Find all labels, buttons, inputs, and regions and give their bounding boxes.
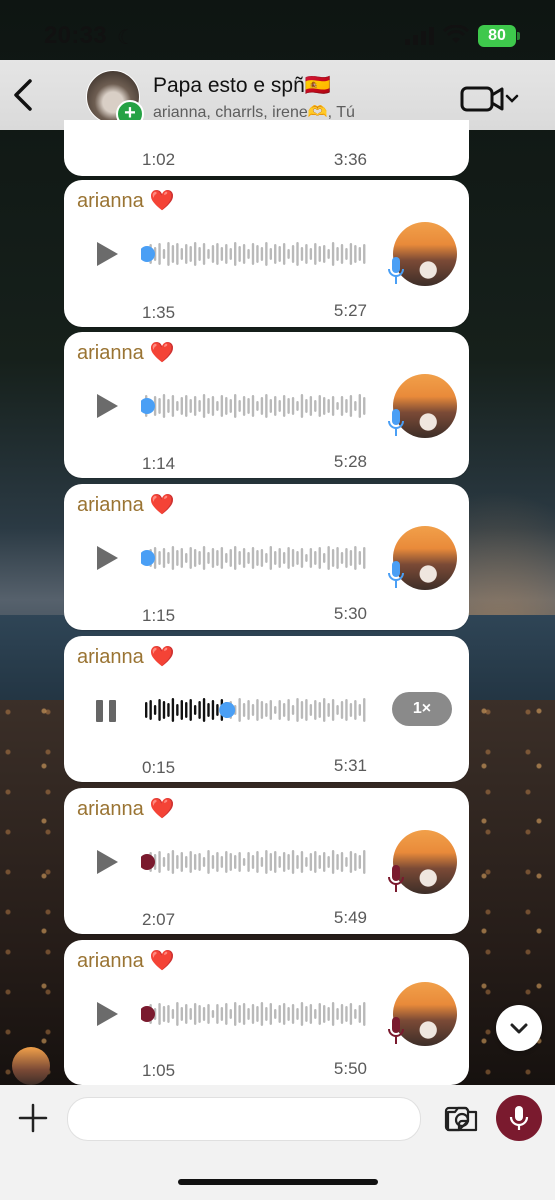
play-icon[interactable] xyxy=(94,848,120,876)
voice-elapsed: 2:07 xyxy=(142,910,176,929)
camera-icon[interactable] xyxy=(445,1105,479,1133)
microphone-icon xyxy=(388,561,404,588)
play-icon[interactable] xyxy=(94,392,120,420)
sender-avatar[interactable] xyxy=(12,1047,50,1085)
scrubber-handle xyxy=(141,854,155,870)
play-icon[interactable] xyxy=(94,1000,120,1028)
heart-emoji: ❤️ xyxy=(149,646,175,668)
microphone-icon xyxy=(388,865,404,892)
pause-icon[interactable] xyxy=(96,700,118,722)
sender-name: arianna ❤️ xyxy=(77,492,175,517)
back-chevron-icon[interactable] xyxy=(10,78,36,112)
voice-elapsed: 1:35 xyxy=(142,303,176,322)
chat-title[interactable]: Papa esto e spñ🇪🇸 xyxy=(153,74,331,98)
voice-elapsed: 1:05 xyxy=(142,1061,176,1080)
scrubber-handle xyxy=(141,246,155,262)
chevron-down-icon xyxy=(510,1023,528,1034)
sender-name: arianna ❤️ xyxy=(77,340,175,365)
voice-duration: 5:30 xyxy=(333,604,367,623)
voice-elapsed: 0:15 xyxy=(142,758,176,777)
play-icon[interactable] xyxy=(94,544,120,572)
voice-duration: 5:28 xyxy=(333,452,367,471)
voice-duration: 5:49 xyxy=(333,908,367,927)
composer-bar xyxy=(0,1085,555,1200)
wifi-icon xyxy=(443,25,469,43)
microphone-icon xyxy=(388,257,404,284)
group-avatar-button[interactable]: + xyxy=(86,70,144,128)
record-voice-button[interactable] xyxy=(496,1095,542,1141)
voice-duration: 5:27 xyxy=(333,301,367,320)
sender-name-text: arianna xyxy=(77,342,144,364)
voice-elapsed: 1:14 xyxy=(142,454,176,473)
scroll-to-bottom-button[interactable] xyxy=(496,1005,542,1051)
waveform[interactable] xyxy=(141,999,367,1029)
sender-name-text: arianna xyxy=(77,950,144,972)
sender-name-text: arianna xyxy=(77,190,144,212)
microphone-icon xyxy=(509,1106,529,1130)
voice-duration: 5:50 xyxy=(333,1059,367,1078)
waveform[interactable] xyxy=(141,847,367,877)
playback-speed-button[interactable]: 1× xyxy=(392,692,452,726)
heart-emoji: ❤️ xyxy=(149,798,175,820)
voice-elapsed: 1:15 xyxy=(142,606,176,625)
waveform[interactable] xyxy=(141,543,367,573)
chat-members[interactable]: arianna, charrls, irene🫶, Tú xyxy=(153,102,355,122)
voice-elapsed: 1:02 xyxy=(142,150,176,169)
status-time: 20:33 xyxy=(44,22,107,49)
sender-name-text: arianna xyxy=(77,494,144,516)
sender-name: arianna ❤️ xyxy=(77,644,175,669)
voice-message-partial: 1:02 3:36 xyxy=(64,120,469,176)
voice-message[interactable]: arianna ❤️ 1:14 5:28 xyxy=(64,332,469,478)
voice-message[interactable]: arianna ❤️ 1× 0:15 5:31 xyxy=(64,636,469,782)
scrubber-handle xyxy=(219,702,236,718)
waveform[interactable] xyxy=(141,239,367,269)
battery-indicator: 80 xyxy=(478,25,520,47)
moon-icon: ☾ xyxy=(117,27,135,49)
voice-message[interactable]: arianna ❤️ 2:07 5:49 xyxy=(64,788,469,934)
voice-message[interactable]: arianna ❤️ 1:35 5:27 xyxy=(64,180,469,327)
sender-name: arianna ❤️ xyxy=(77,188,175,213)
heart-emoji: ❤️ xyxy=(149,494,175,516)
cellular-signal-icon xyxy=(405,27,434,45)
video-call-icon[interactable] xyxy=(460,84,520,114)
heart-emoji: ❤️ xyxy=(149,190,175,212)
sender-name-text: arianna xyxy=(77,646,144,668)
play-icon[interactable] xyxy=(94,240,120,268)
home-indicator xyxy=(178,1179,378,1185)
heart-emoji: ❤️ xyxy=(149,950,175,972)
message-input[interactable] xyxy=(67,1097,470,1141)
waveform[interactable] xyxy=(141,695,367,725)
voice-duration: 5:31 xyxy=(333,756,367,775)
scrubber-handle xyxy=(141,1006,155,1022)
voice-message[interactable]: arianna ❤️ 1:15 5:30 xyxy=(64,484,469,630)
voice-duration: 3:36 xyxy=(333,150,367,169)
plus-icon[interactable] xyxy=(18,1103,48,1133)
voice-message[interactable]: arianna ❤️ 1:05 5:50 xyxy=(64,940,469,1085)
waveform[interactable] xyxy=(141,391,367,421)
heart-emoji: ❤️ xyxy=(149,342,175,364)
sender-name-text: arianna xyxy=(77,798,144,820)
scrubber-handle xyxy=(141,398,155,414)
sender-name: arianna ❤️ xyxy=(77,796,175,821)
sender-name: arianna ❤️ xyxy=(77,948,175,973)
scrubber-handle xyxy=(141,550,155,566)
microphone-icon xyxy=(388,409,404,436)
microphone-icon xyxy=(388,1017,404,1044)
